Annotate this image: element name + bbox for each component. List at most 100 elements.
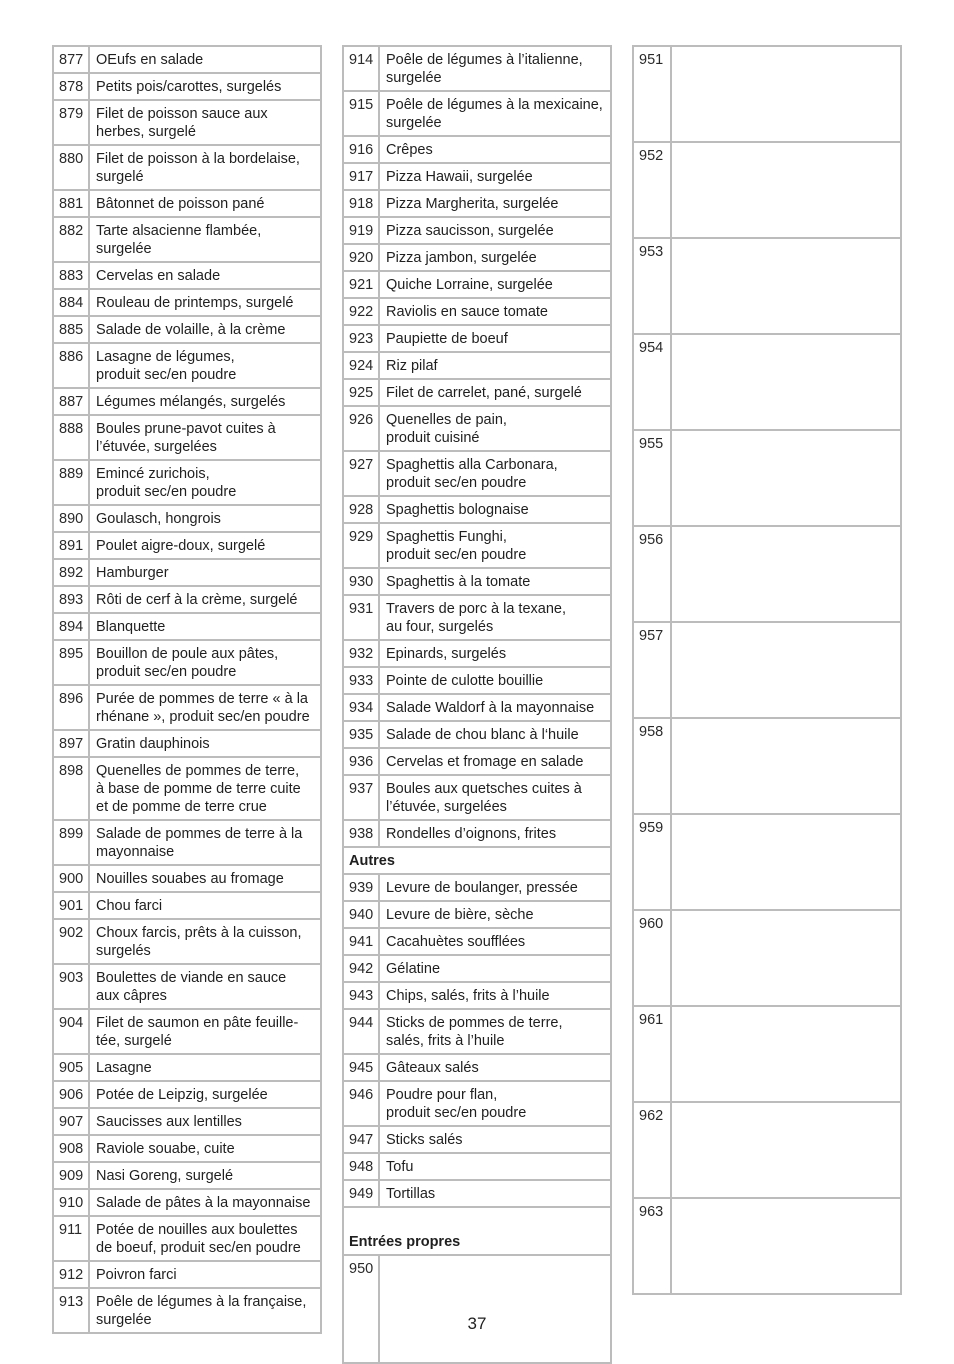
program-name: Spaghettis Funghi, produit sec/en poudre bbox=[386, 529, 527, 563]
program-number: 927 bbox=[344, 452, 380, 495]
program-number: 933 bbox=[344, 668, 380, 693]
program-name: Rouleau de printemps, surgelé bbox=[96, 295, 294, 311]
program-number: 898 bbox=[54, 758, 90, 819]
program-number: 883 bbox=[54, 263, 90, 288]
program-number: 918 bbox=[344, 191, 380, 216]
program-name: Gratin dauphinois bbox=[96, 736, 210, 752]
program-number: 960 bbox=[634, 911, 672, 1005]
program-number: 947 bbox=[344, 1127, 380, 1152]
program-name: Filet de poisson à la bordelaise, surgel… bbox=[96, 151, 300, 185]
program-number: 956 bbox=[634, 527, 672, 621]
program-number: 942 bbox=[344, 956, 380, 981]
program-number: 884 bbox=[54, 290, 90, 315]
table-row: 923 Paupiette de boeuf bbox=[344, 326, 610, 353]
table-row: 930 Spaghettis à la tomate bbox=[344, 569, 610, 596]
table-row: 925 Filet de carrelet, pané, surgelé bbox=[344, 380, 610, 407]
program-name: Poudre pour flan, produit sec/en poudre bbox=[386, 1087, 527, 1121]
program-name: Filet de saumon en pâte feuille- tée, su… bbox=[96, 1015, 299, 1049]
program-number: 889 bbox=[54, 461, 90, 504]
program-name: Raviolis en sauce tomate bbox=[386, 304, 548, 320]
program-name: Quenelles de pain, produit cuisiné bbox=[386, 412, 507, 446]
program-name: Chips, salés, frits à l’huile bbox=[386, 988, 550, 1004]
program-name: Riz pilaf bbox=[386, 358, 438, 374]
table-row: 932 Epinards, surgelés bbox=[344, 641, 610, 668]
program-number: 958 bbox=[634, 719, 672, 813]
program-name: Spaghettis bolognaise bbox=[386, 502, 529, 518]
program-number: 880 bbox=[54, 146, 90, 189]
program-number: 904 bbox=[54, 1010, 90, 1053]
program-number: 926 bbox=[344, 407, 380, 450]
table-row: 909 Nasi Goreng, surgelé bbox=[54, 1163, 320, 1190]
program-name: Cacahuètes soufflées bbox=[386, 934, 526, 950]
table-row: 881 Bâtonnet de poisson pané bbox=[54, 191, 320, 218]
program-number: 957 bbox=[634, 623, 672, 717]
table-row: 907 Saucisses aux lentilles bbox=[54, 1109, 320, 1136]
program-number: 950 bbox=[344, 1256, 380, 1362]
program-name: Cervelas et fromage en salade bbox=[386, 754, 584, 770]
custom-entry-row: 952 bbox=[634, 143, 900, 239]
custom-entry-row: 955 bbox=[634, 431, 900, 527]
program-number: 888 bbox=[54, 416, 90, 459]
program-number: 948 bbox=[344, 1154, 380, 1179]
program-number: 907 bbox=[54, 1109, 90, 1134]
program-number: 893 bbox=[54, 587, 90, 612]
program-name: Blanquette bbox=[96, 619, 166, 635]
custom-entry-row: 962 bbox=[634, 1103, 900, 1199]
program-number: 879 bbox=[54, 101, 90, 144]
program-number: 924 bbox=[344, 353, 380, 378]
table-row: 935 Salade de chou blanc à l‘huile bbox=[344, 722, 610, 749]
entry-field bbox=[672, 1103, 900, 1209]
table-row: 927 Spaghettis alla Carbonara, produit se… bbox=[344, 452, 610, 497]
program-name: Nasi Goreng, surgelé bbox=[96, 1168, 234, 1184]
entry-field bbox=[672, 623, 900, 729]
program-name: Epinards, surgelés bbox=[386, 646, 507, 662]
program-list-column-left: 877 OEufs en salade 878 Petits pois/carotte… bbox=[52, 45, 322, 1334]
program-name: Paupiette de boeuf bbox=[386, 331, 508, 347]
program-name: Potée de Leipzig, surgelée bbox=[96, 1087, 268, 1103]
program-name: Lasagne de légumes, produit sec/en poudr… bbox=[96, 349, 237, 383]
program-number: 954 bbox=[634, 335, 672, 429]
custom-entry-row: 958 bbox=[634, 719, 900, 815]
table-row: 944 Sticks de pommes de terre, salés, fri… bbox=[344, 1010, 610, 1055]
program-number: 881 bbox=[54, 191, 90, 216]
program-name: Cervelas en salade bbox=[96, 268, 221, 284]
program-number: 917 bbox=[344, 164, 380, 189]
program-number: 949 bbox=[344, 1181, 380, 1206]
custom-entry-row: 960 bbox=[634, 911, 900, 1007]
program-number: 887 bbox=[54, 389, 90, 414]
program-name: Pizza Margherita, surgelée bbox=[386, 196, 559, 212]
entry-field bbox=[672, 1007, 900, 1113]
program-name: Légumes mélangés, surgelés bbox=[96, 394, 286, 410]
table-row: 893 Rôti de cerf à la crème, surgelé bbox=[54, 587, 320, 614]
program-number: 946 bbox=[344, 1082, 380, 1125]
program-name: Crêpes bbox=[386, 142, 433, 158]
program-number: 935 bbox=[344, 722, 380, 747]
program-name: Spaghettis à la tomate bbox=[386, 574, 531, 590]
program-number: 925 bbox=[344, 380, 380, 405]
program-name: OEufs en salade bbox=[96, 52, 204, 68]
program-number: 929 bbox=[344, 524, 380, 567]
program-name: Hamburger bbox=[96, 565, 169, 581]
table-row: 938 Rondelles d’oignons, frites bbox=[344, 821, 610, 848]
program-number: 916 bbox=[344, 137, 380, 162]
table-row: 911 Potée de nouilles aux boulettes de bo… bbox=[54, 1217, 320, 1262]
program-number: 905 bbox=[54, 1055, 90, 1080]
section-heading-autres: Autres bbox=[344, 848, 610, 875]
program-name: Sticks salés bbox=[386, 1132, 463, 1148]
table-row: 905 Lasagne bbox=[54, 1055, 320, 1082]
custom-entry-row: 957 bbox=[634, 623, 900, 719]
program-number: 931 bbox=[344, 596, 380, 639]
table-row: 945 Gâteaux salés bbox=[344, 1055, 610, 1082]
program-name: Choux farcis, prêts à la cuisson, surgel… bbox=[96, 925, 302, 959]
program-name: Salade de chou blanc à l‘huile bbox=[386, 727, 579, 743]
custom-entry-row: 963 bbox=[634, 1199, 900, 1295]
program-number: 945 bbox=[344, 1055, 380, 1080]
table-row: 908 Raviole souabe, cuite bbox=[54, 1136, 320, 1163]
program-name: Petits pois/carottes, surgelés bbox=[96, 79, 282, 95]
program-number: 906 bbox=[54, 1082, 90, 1107]
program-number: 919 bbox=[344, 218, 380, 243]
table-row: 891 Poulet aigre-doux, surgelé bbox=[54, 533, 320, 560]
table-row: 931 Travers de porc à la texane, au four,… bbox=[344, 596, 610, 641]
entry-field bbox=[380, 1256, 610, 1362]
entry-field bbox=[672, 527, 900, 633]
